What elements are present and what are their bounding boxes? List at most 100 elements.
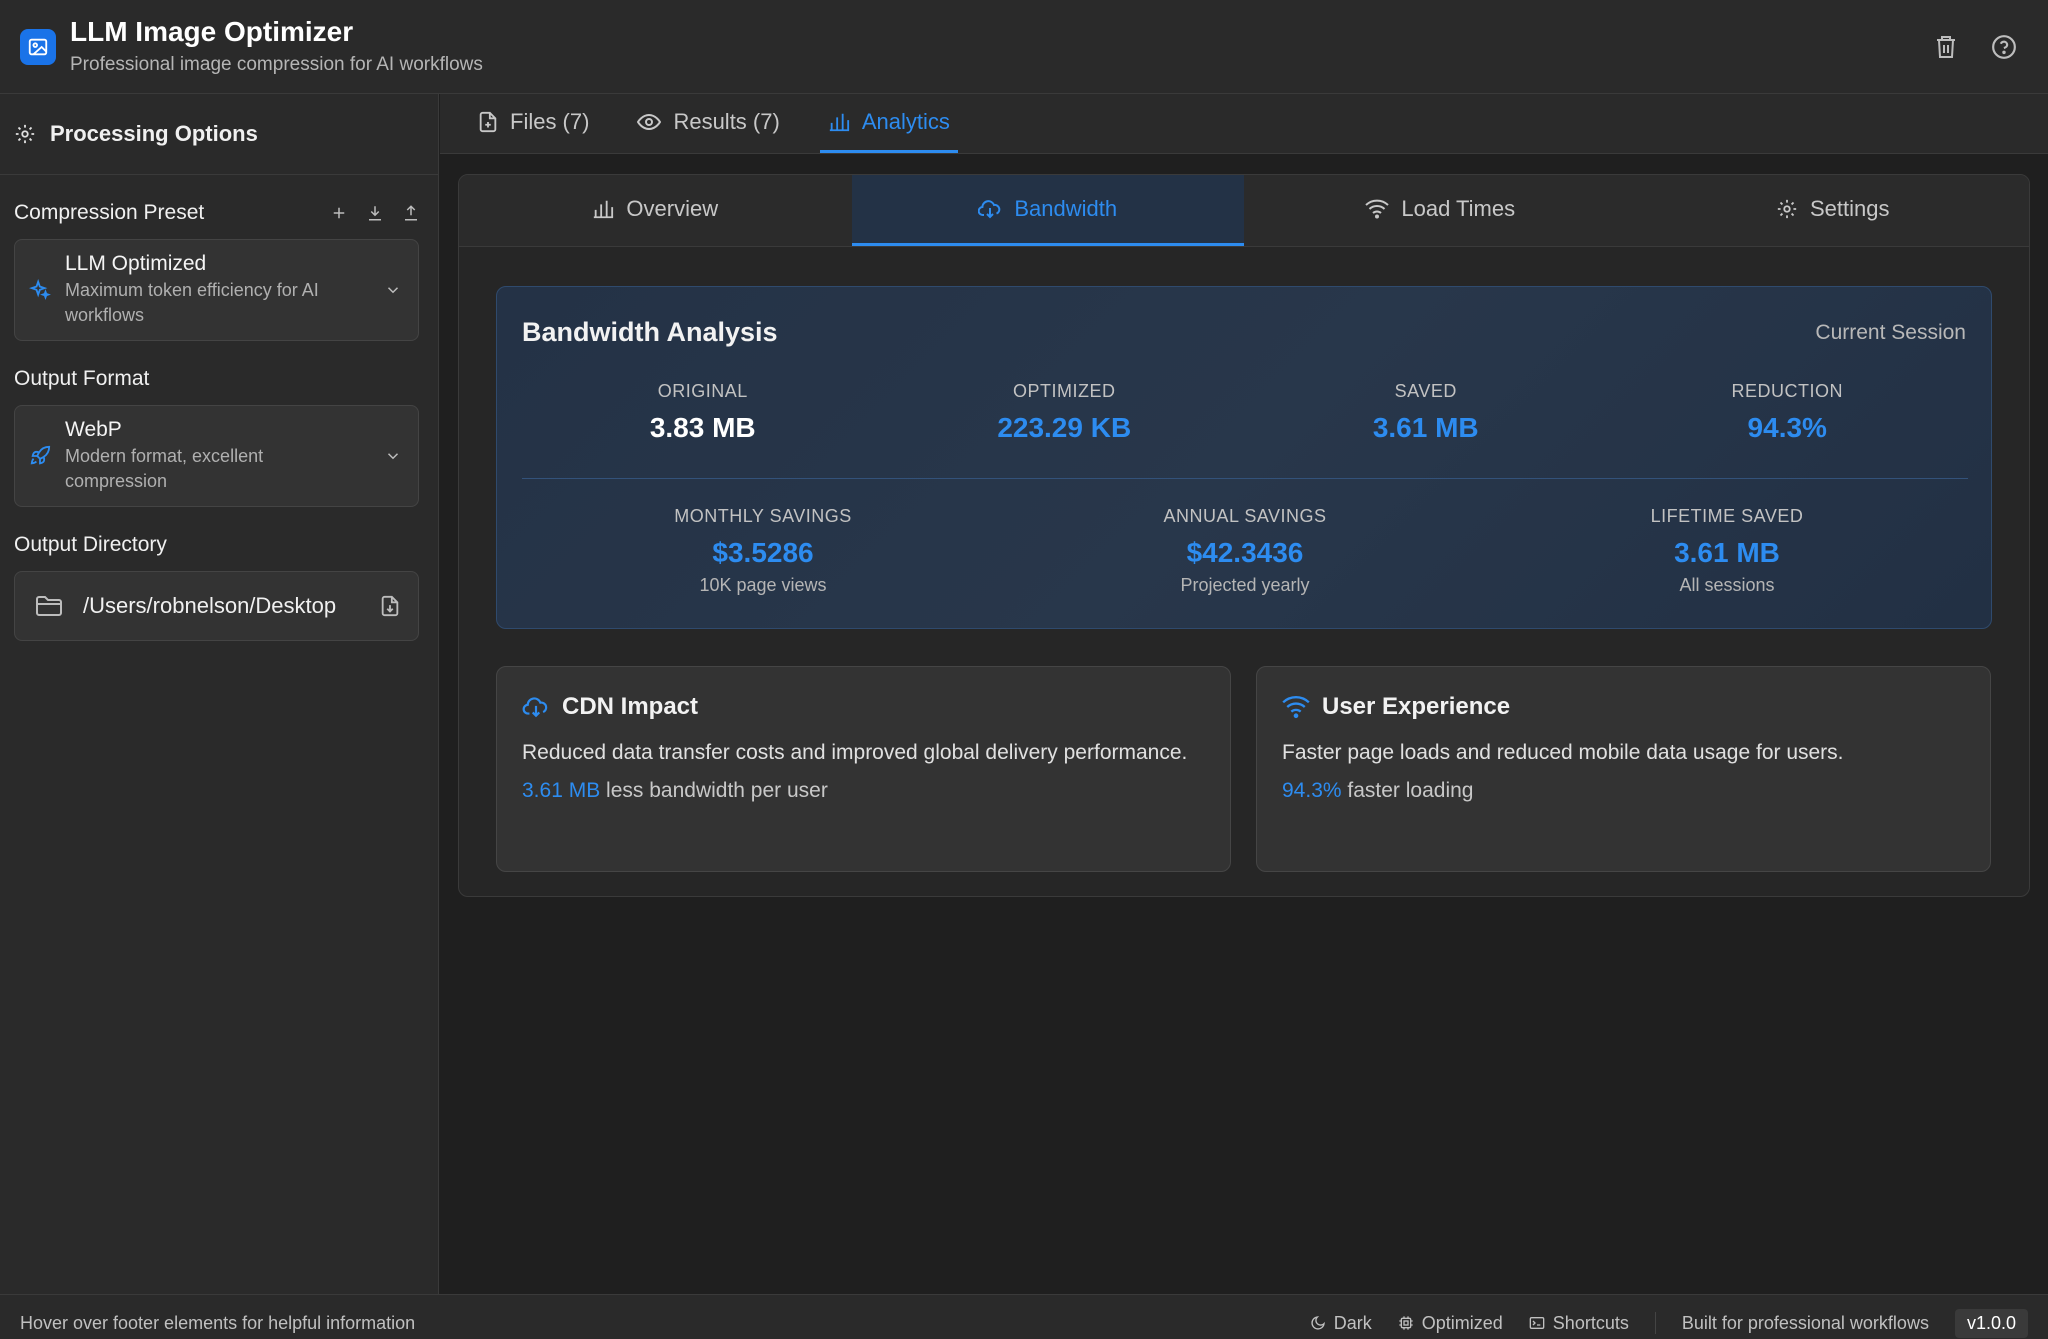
subtab-settings-label: Settings — [1810, 196, 1890, 221]
footer-optimized-label: Optimized — [1421, 1312, 1503, 1333]
footer-shortcuts-label: Shortcuts — [1552, 1312, 1629, 1333]
tab-results[interactable]: Results (7) — [629, 94, 787, 153]
user-experience-metric-text: faster loading — [1341, 779, 1474, 802]
session-label: Current Session — [1815, 321, 1966, 344]
stat-annual: ANNUAL SAVINGS $42.3436 Projected yearly — [1004, 506, 1486, 596]
sparkles-icon — [29, 279, 51, 301]
output-format-desc: Modern format, excellent compression — [65, 446, 264, 491]
main-tabs: Files (7) Results (7) Analytics — [440, 94, 2048, 154]
output-format-section: Output Format WebP Modern format, excell… — [0, 361, 438, 507]
output-format-select[interactable]: WebP Modern format, excellent compressio… — [14, 405, 419, 507]
stat-optimized-label: OPTIMIZED — [1013, 381, 1116, 401]
app-header: LLM Image Optimizer Professional image c… — [0, 0, 2048, 94]
help-circle-icon[interactable] — [1988, 31, 2020, 63]
download-icon[interactable] — [366, 204, 384, 222]
bar-chart-icon — [592, 198, 614, 220]
stat-optimized-value: 223.29 KB — [997, 412, 1132, 443]
sidebar-title: Processing Options — [50, 121, 258, 146]
header-actions — [1930, 31, 2028, 63]
stat-annual-sub: Projected yearly — [1180, 575, 1310, 595]
chip-icon — [1398, 1315, 1414, 1331]
subtab-overview-label: Overview — [626, 196, 719, 221]
tab-analytics[interactable]: Analytics — [819, 94, 958, 153]
compression-preset-desc: Maximum token efficiency for AI workflow… — [65, 280, 319, 325]
app-title-group: LLM Image Optimizer Professional image c… — [70, 16, 483, 76]
user-experience-desc: Faster page loads and reduced mobile dat… — [1282, 741, 1844, 764]
subtab-bandwidth[interactable]: Bandwidth — [851, 175, 1244, 246]
user-experience-card: User Experience Faster page loads and re… — [1256, 666, 1991, 872]
subtab-load-times[interactable]: Load Times — [1244, 175, 1637, 246]
output-directory-section: Output Directory /Users/robnelson/Deskto… — [0, 527, 438, 641]
output-format-label: Output Format — [14, 367, 150, 390]
footer-optimized[interactable]: Optimized — [1398, 1313, 1503, 1334]
bandwidth-analysis-title: Bandwidth Analysis — [522, 317, 778, 347]
output-directory-field[interactable]: /Users/robnelson/Desktop — [14, 571, 419, 641]
output-directory-path: /Users/robnelson/Desktop — [83, 593, 337, 618]
footer-hint: Hover over footer elements for helpful i… — [20, 1312, 416, 1333]
output-format-label-row: Output Format — [14, 361, 424, 397]
compression-preset-label-row: Compression Preset — [14, 195, 424, 231]
upload-icon[interactable] — [402, 204, 420, 222]
app-subtitle: Professional image compression for AI wo… — [70, 53, 483, 75]
tab-results-label: Results (7) — [673, 109, 780, 134]
stat-lifetime-label: LIFETIME SAVED — [1650, 506, 1804, 526]
compression-preset-title: LLM Optimized — [65, 252, 207, 275]
footer-shortcuts[interactable]: Shortcuts — [1529, 1313, 1629, 1334]
user-experience-title: User Experience — [1322, 693, 1511, 720]
stat-annual-value: $42.3436 — [1186, 537, 1304, 568]
cdn-impact-metric: 3.61 MB less bandwidth per user — [522, 779, 1205, 803]
cdn-impact-metric-value: 3.61 MB — [522, 779, 601, 802]
output-directory-label-row: Output Directory — [14, 527, 424, 563]
stat-annual-label: ANNUAL SAVINGS — [1163, 506, 1327, 526]
preset-actions — [330, 204, 424, 222]
chevron-down-icon — [384, 447, 402, 465]
analytics-panel: Overview Bandwidth Load Times Settings B… — [458, 174, 2030, 897]
compression-preset-text: LLM Optimized Maximum token efficiency f… — [65, 252, 370, 328]
size-stats-row: ORIGINAL 3.83 MB OPTIMIZED 223.29 KB SAV… — [522, 381, 1968, 444]
cdn-impact-header: CDN Impact — [522, 693, 1205, 721]
cloud-download-icon — [522, 695, 550, 719]
compression-preset-select[interactable]: LLM Optimized Maximum token efficiency f… — [14, 239, 419, 341]
bar-chart-icon — [828, 111, 850, 133]
stat-optimized: OPTIMIZED 223.29 KB — [884, 381, 1246, 444]
tab-analytics-label: Analytics — [861, 109, 950, 134]
stat-original-label: ORIGINAL — [657, 381, 748, 401]
plus-icon[interactable] — [330, 204, 348, 222]
footer-built-for: Built for professional workflows — [1681, 1312, 1929, 1333]
bandwidth-analysis-card: Bandwidth Analysis Current Session ORIGI… — [496, 286, 1992, 629]
stat-reduction-label: REDUCTION — [1731, 381, 1843, 401]
stat-original: ORIGINAL 3.83 MB — [522, 381, 884, 444]
version-badge: v1.0.0 — [1954, 1308, 2028, 1338]
file-download-icon[interactable] — [380, 595, 400, 617]
savings-stats-row: MONTHLY SAVINGS $3.5286 10K page views A… — [522, 506, 1968, 596]
tab-files[interactable]: Files (7) — [470, 94, 597, 153]
image-icon — [20, 28, 56, 65]
footer-dark-mode[interactable]: Dark — [1310, 1313, 1372, 1334]
cdn-impact-desc: Reduced data transfer costs and improved… — [522, 741, 1188, 764]
output-format-title: WebP — [65, 418, 122, 441]
stat-saved-value: 3.61 MB — [1372, 412, 1479, 443]
compression-preset-section: Compression Preset LLM Optimized Maximum… — [0, 195, 438, 341]
gear-icon — [1776, 198, 1798, 220]
moon-icon — [1310, 1315, 1326, 1331]
stat-lifetime: LIFETIME SAVED 3.61 MB All sessions — [1486, 506, 1968, 596]
status-footer: Hover over footer elements for helpful i… — [0, 1294, 2048, 1339]
sidebar: Processing Options Compression Preset LL… — [0, 94, 439, 1294]
user-experience-metric-value: 94.3% — [1282, 779, 1342, 802]
cdn-impact-metric-text: less bandwidth per user — [600, 779, 828, 802]
subtab-settings[interactable]: Settings — [1637, 175, 2030, 246]
app-title: LLM Image Optimizer — [70, 16, 354, 48]
stat-lifetime-value: 3.61 MB — [1674, 537, 1780, 568]
app-window: LLM Image Optimizer Professional image c… — [0, 0, 2048, 1339]
analytics-sub-tabs: Overview Bandwidth Load Times Settings — [459, 175, 2029, 247]
subtab-bandwidth-label: Bandwidth — [1014, 196, 1118, 221]
footer-right: Dark Optimized Shortcuts Built for profe… — [1310, 1297, 2028, 1338]
wifi-icon — [1365, 199, 1390, 219]
trash-icon[interactable] — [1930, 31, 1962, 63]
stat-monthly-sub: 10K page views — [699, 575, 827, 595]
stat-monthly-label: MONTHLY SAVINGS — [674, 506, 852, 526]
gear-icon — [14, 123, 36, 145]
subtab-overview[interactable]: Overview — [459, 175, 852, 246]
tab-files-label: Files (7) — [510, 109, 590, 134]
cloud-download-icon — [978, 198, 1002, 220]
